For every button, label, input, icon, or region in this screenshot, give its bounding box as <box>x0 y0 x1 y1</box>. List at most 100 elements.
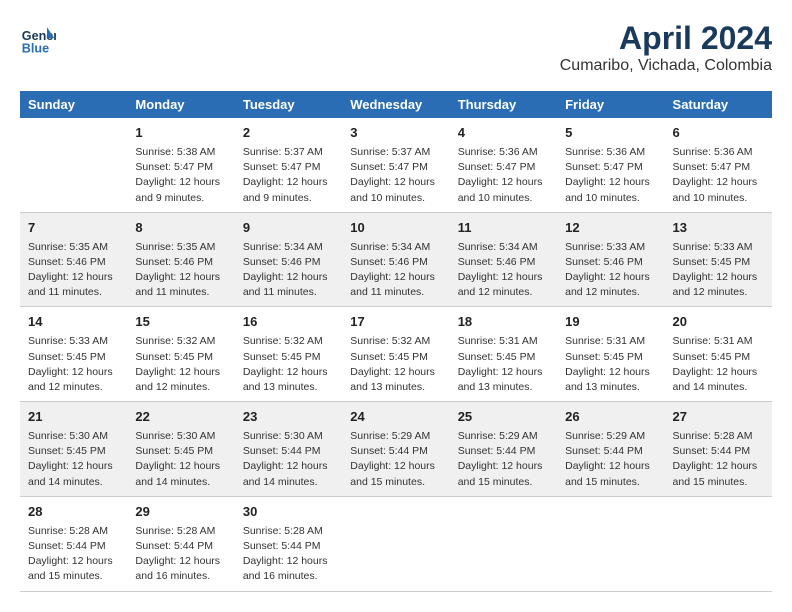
day-info: Sunrise: 5:33 AMSunset: 5:46 PMDaylight:… <box>565 240 656 301</box>
day-info: Sunrise: 5:30 AMSunset: 5:44 PMDaylight:… <box>243 429 334 490</box>
day-info: Sunrise: 5:29 AMSunset: 5:44 PMDaylight:… <box>350 429 441 490</box>
day-number: 28 <box>28 503 119 522</box>
day-info: Sunrise: 5:30 AMSunset: 5:45 PMDaylight:… <box>135 429 226 490</box>
day-number: 22 <box>135 408 226 427</box>
day-info: Sunrise: 5:32 AMSunset: 5:45 PMDaylight:… <box>243 334 334 395</box>
day-number: 8 <box>135 219 226 238</box>
calendar-cell: 12 Sunrise: 5:33 AMSunset: 5:46 PMDayligh… <box>557 212 664 307</box>
day-info: Sunrise: 5:32 AMSunset: 5:45 PMDaylight:… <box>135 334 226 395</box>
day-info: Sunrise: 5:28 AMSunset: 5:44 PMDaylight:… <box>673 429 764 490</box>
calendar-cell <box>20 118 127 212</box>
day-info: Sunrise: 5:28 AMSunset: 5:44 PMDaylight:… <box>135 524 226 585</box>
calendar-cell: 19Sunrise: 5:31 AMSunset: 5:45 PMDayligh… <box>557 307 664 402</box>
calendar-week-row: 28 Sunrise: 5:28 AMSunset: 5:44 PMDayligh… <box>20 496 772 591</box>
day-info: Sunrise: 5:38 AMSunset: 5:47 PMDaylight:… <box>135 145 226 206</box>
day-number: 9 <box>243 219 334 238</box>
calendar-cell: 9 Sunrise: 5:34 AMSunset: 5:46 PMDaylight… <box>235 212 342 307</box>
day-number: 5 <box>565 124 656 143</box>
calendar-cell: 30 Sunrise: 5:28 AMSunset: 5:44 PMDayligh… <box>235 496 342 591</box>
day-number: 20 <box>673 313 764 332</box>
calendar-cell: 14 Sunrise: 5:33 AMSunset: 5:45 PMDayligh… <box>20 307 127 402</box>
day-number: 27 <box>673 408 764 427</box>
calendar-cell: 4Sunrise: 5:36 AMSunset: 5:47 PMDaylight… <box>450 118 557 212</box>
weekday-header: Saturday <box>665 91 772 118</box>
calendar-cell: 1 Sunrise: 5:38 AMSunset: 5:47 PMDaylight… <box>127 118 234 212</box>
calendar-cell: 7 Sunrise: 5:35 AMSunset: 5:46 PMDaylight… <box>20 212 127 307</box>
day-info: Sunrise: 5:34 AMSunset: 5:46 PMDaylight:… <box>243 240 334 301</box>
calendar-table: SundayMondayTuesdayWednesdayThursdayFrid… <box>20 91 772 592</box>
day-info: Sunrise: 5:31 AMSunset: 5:45 PMDaylight:… <box>673 334 764 395</box>
day-info: Sunrise: 5:35 AMSunset: 5:46 PMDaylight:… <box>28 240 119 301</box>
day-info: Sunrise: 5:37 AMSunset: 5:47 PMDaylight:… <box>243 145 334 206</box>
day-number: 29 <box>135 503 226 522</box>
day-info: Sunrise: 5:29 AMSunset: 5:44 PMDaylight:… <box>458 429 549 490</box>
day-number: 19 <box>565 313 656 332</box>
day-number: 3 <box>350 124 441 143</box>
calendar-cell: 6 Sunrise: 5:36 AMSunset: 5:47 PMDaylight… <box>665 118 772 212</box>
day-number: 13 <box>673 219 764 238</box>
weekday-header: Friday <box>557 91 664 118</box>
calendar-cell: 21 Sunrise: 5:30 AMSunset: 5:45 PMDayligh… <box>20 402 127 497</box>
day-info: Sunrise: 5:36 AMSunset: 5:47 PMDaylight:… <box>673 145 764 206</box>
calendar-cell: 17 Sunrise: 5:32 AMSunset: 5:45 PMDayligh… <box>342 307 449 402</box>
day-number: 7 <box>28 219 119 238</box>
day-number: 23 <box>243 408 334 427</box>
calendar-cell: 11Sunrise: 5:34 AMSunset: 5:46 PMDayligh… <box>450 212 557 307</box>
calendar-cell: 10 Sunrise: 5:34 AMSunset: 5:46 PMDayligh… <box>342 212 449 307</box>
day-info: Sunrise: 5:28 AMSunset: 5:44 PMDaylight:… <box>28 524 119 585</box>
weekday-header: Wednesday <box>342 91 449 118</box>
day-number: 1 <box>135 124 226 143</box>
calendar-cell <box>665 496 772 591</box>
calendar-cell: 26 Sunrise: 5:29 AMSunset: 5:44 PMDayligh… <box>557 402 664 497</box>
calendar-cell: 15 Sunrise: 5:32 AMSunset: 5:45 PMDayligh… <box>127 307 234 402</box>
day-info: Sunrise: 5:32 AMSunset: 5:45 PMDaylight:… <box>350 334 441 395</box>
day-number: 30 <box>243 503 334 522</box>
day-number: 18 <box>458 313 549 332</box>
logo-icon: General Blue <box>20 20 56 56</box>
day-info: Sunrise: 5:34 AMSunset: 5:46 PMDaylight:… <box>350 240 441 301</box>
calendar-cell: 18 Sunrise: 5:31 AMSunset: 5:45 PMDayligh… <box>450 307 557 402</box>
day-info: Sunrise: 5:33 AMSunset: 5:45 PMDaylight:… <box>673 240 764 301</box>
day-number: 12 <box>565 219 656 238</box>
page-title: April 2024 <box>560 20 772 57</box>
weekday-header: Tuesday <box>235 91 342 118</box>
calendar-cell: 22 Sunrise: 5:30 AMSunset: 5:45 PMDayligh… <box>127 402 234 497</box>
day-number: 25 <box>458 408 549 427</box>
calendar-week-row: 1 Sunrise: 5:38 AMSunset: 5:47 PMDaylight… <box>20 118 772 212</box>
day-number: 16 <box>243 313 334 332</box>
day-info: Sunrise: 5:28 AMSunset: 5:44 PMDaylight:… <box>243 524 334 585</box>
day-number: 26 <box>565 408 656 427</box>
calendar-cell: 24 Sunrise: 5:29 AMSunset: 5:44 PMDayligh… <box>342 402 449 497</box>
day-info: Sunrise: 5:35 AMSunset: 5:46 PMDaylight:… <box>135 240 226 301</box>
calendar-cell: 28 Sunrise: 5:28 AMSunset: 5:44 PMDayligh… <box>20 496 127 591</box>
calendar-cell: 13 Sunrise: 5:33 AMSunset: 5:45 PMDayligh… <box>665 212 772 307</box>
calendar-cell <box>557 496 664 591</box>
day-info: Sunrise: 5:34 AMSunset: 5:46 PMDaylight:… <box>458 240 549 301</box>
day-info: Sunrise: 5:31 AMSunset: 5:45 PMDaylight:… <box>458 334 549 395</box>
day-number: 14 <box>28 313 119 332</box>
calendar-cell: 29 Sunrise: 5:28 AMSunset: 5:44 PMDayligh… <box>127 496 234 591</box>
page-subtitle: Cumaribo, Vichada, Colombia <box>560 57 772 75</box>
calendar-cell: 23 Sunrise: 5:30 AMSunset: 5:44 PMDayligh… <box>235 402 342 497</box>
day-number: 6 <box>673 124 764 143</box>
svg-text:Blue: Blue <box>22 41 49 55</box>
day-info: Sunrise: 5:33 AMSunset: 5:45 PMDaylight:… <box>28 334 119 395</box>
day-info: Sunrise: 5:36 AMSunset: 5:47 PMDaylight:… <box>458 145 549 206</box>
calendar-cell: 25 Sunrise: 5:29 AMSunset: 5:44 PMDayligh… <box>450 402 557 497</box>
day-info: Sunrise: 5:29 AMSunset: 5:44 PMDaylight:… <box>565 429 656 490</box>
title-block: April 2024 Cumaribo, Vichada, Colombia <box>560 20 772 75</box>
day-number: 17 <box>350 313 441 332</box>
day-info: Sunrise: 5:30 AMSunset: 5:45 PMDaylight:… <box>28 429 119 490</box>
calendar-cell: 2Sunrise: 5:37 AMSunset: 5:47 PMDaylight… <box>235 118 342 212</box>
calendar-cell <box>450 496 557 591</box>
day-number: 21 <box>28 408 119 427</box>
day-number: 15 <box>135 313 226 332</box>
calendar-cell: 27 Sunrise: 5:28 AMSunset: 5:44 PMDayligh… <box>665 402 772 497</box>
day-number: 24 <box>350 408 441 427</box>
calendar-cell: 8 Sunrise: 5:35 AMSunset: 5:46 PMDaylight… <box>127 212 234 307</box>
day-number: 10 <box>350 219 441 238</box>
weekday-header: Thursday <box>450 91 557 118</box>
calendar-cell: 20 Sunrise: 5:31 AMSunset: 5:45 PMDayligh… <box>665 307 772 402</box>
day-info: Sunrise: 5:36 AMSunset: 5:47 PMDaylight:… <box>565 145 656 206</box>
calendar-cell: 5 Sunrise: 5:36 AMSunset: 5:47 PMDaylight… <box>557 118 664 212</box>
